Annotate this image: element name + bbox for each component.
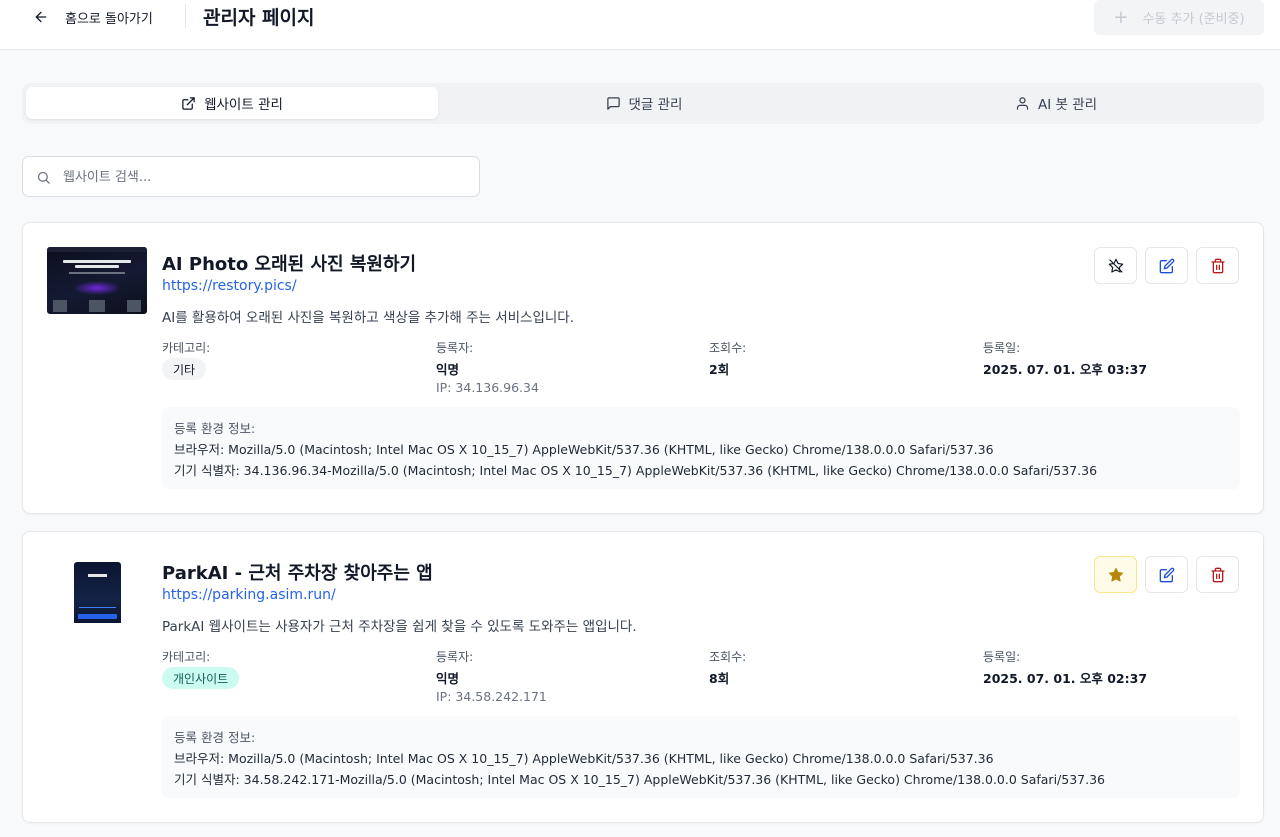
- website-url-link[interactable]: https://parking.asim.run/: [162, 587, 336, 603]
- website-description: ParkAI 웹사이트는 사용자가 근처 주차장을 쉽게 찾을 수 있도록 도와…: [162, 619, 637, 635]
- website-thumbnail[interactable]: [47, 247, 147, 314]
- registrant-value: 익명: [436, 671, 460, 686]
- top-bar: 홈으로 돌아가기 관리자 페이지 + 수동 추가 (준비중): [0, 0, 1280, 50]
- star-off-icon: [1108, 258, 1123, 273]
- env-device-id: 기기 식별자: 34.58.242.171-Mozilla/5.0 (Macin…: [174, 772, 1105, 787]
- header-divider: [185, 4, 186, 28]
- views-value: 8회: [709, 671, 730, 686]
- registrant-label: 등록자:: [436, 341, 474, 355]
- tab-bar: 웹사이트 관리 댓글 관리 AI 봇 관리: [22, 83, 1264, 124]
- registered-date-label: 등록일:: [983, 341, 1021, 355]
- back-home-label: 홈으로 돌아가기: [65, 11, 153, 27]
- env-browser: 브라우저: Mozilla/5.0 (Macintosh; Intel Mac …: [174, 442, 994, 457]
- registered-date-value: 2025. 07. 01. 오후 02:37: [983, 671, 1148, 686]
- external-link-icon: [182, 96, 195, 110]
- arrow-left-icon: [35, 11, 47, 23]
- category-label: 카테고리:: [162, 341, 211, 355]
- card-actions: [1094, 247, 1239, 284]
- views-label: 조회수:: [709, 341, 747, 355]
- website-card: AI Photo 오래된 사진 복원하기 https://restory.pic…: [22, 222, 1264, 514]
- registrant-ip: IP: 34.58.242.171: [436, 689, 547, 704]
- env-info-title: 등록 환경 정보:: [174, 730, 256, 745]
- search-icon: [37, 171, 50, 184]
- search-input[interactable]: [63, 166, 463, 188]
- registration-env-info: 등록 환경 정보: 브라우저: Mozilla/5.0 (Macintosh; …: [162, 716, 1240, 798]
- tab-label: AI 봇 관리: [1037, 97, 1098, 113]
- registrant-value: 익명: [436, 362, 460, 377]
- env-info-title: 등록 환경 정보:: [174, 421, 256, 436]
- category-badge: 기타: [162, 358, 207, 380]
- user-icon: [1016, 96, 1029, 110]
- edit-icon: [1159, 567, 1174, 582]
- edit-icon: [1159, 258, 1174, 273]
- registrant-ip: IP: 34.136.96.34: [436, 380, 539, 395]
- manual-add-button[interactable]: + 수동 추가 (준비중): [1094, 0, 1264, 35]
- card-actions: [1094, 556, 1239, 593]
- tab-comment-management[interactable]: 댓글 관리: [438, 87, 850, 119]
- message-square-icon: [606, 96, 620, 110]
- plus-icon: +: [1113, 6, 1129, 28]
- edit-button[interactable]: [1145, 556, 1188, 593]
- views-value: 2회: [709, 362, 730, 377]
- category-badge: 개인사이트: [162, 667, 240, 689]
- registration-env-info: 등록 환경 정보: 브라우저: Mozilla/5.0 (Macintosh; …: [162, 407, 1240, 489]
- feature-toggle-button[interactable]: [1094, 556, 1137, 593]
- category-label: 카테고리:: [162, 650, 211, 664]
- env-device-id: 기기 식별자: 34.136.96.34-Mozilla/5.0 (Macint…: [174, 463, 1098, 478]
- website-name: AI Photo 오래된 사진 복원하기: [162, 254, 417, 275]
- website-description: AI를 활용하여 오래된 사진을 복원하고 색상을 추가해 주는 서비스입니다.: [162, 310, 575, 326]
- star-filled-icon: [1108, 567, 1123, 582]
- views-label: 조회수:: [709, 650, 747, 664]
- delete-button[interactable]: [1196, 556, 1239, 593]
- back-home-button[interactable]: 홈으로 돌아가기: [33, 6, 153, 28]
- registered-date-value: 2025. 07. 01. 오후 03:37: [983, 362, 1148, 377]
- tab-label: 댓글 관리: [628, 97, 683, 113]
- website-card: ParkAI - 근처 주차장 찾아주는 앱 https://parking.a…: [22, 531, 1264, 823]
- trash-icon: [1210, 567, 1225, 582]
- feature-toggle-button[interactable]: [1094, 247, 1137, 284]
- env-browser: 브라우저: Mozilla/5.0 (Macintosh; Intel Mac …: [174, 751, 994, 766]
- edit-button[interactable]: [1145, 247, 1188, 284]
- delete-button[interactable]: [1196, 247, 1239, 284]
- search-box: [22, 156, 480, 197]
- manual-add-label: 수동 추가 (준비중): [1142, 12, 1245, 27]
- trash-icon: [1210, 258, 1225, 273]
- tab-website-management[interactable]: 웹사이트 관리: [26, 87, 438, 119]
- page-title: 관리자 페이지: [203, 7, 315, 29]
- registrant-label: 등록자:: [436, 650, 474, 664]
- tab-ai-bot-management[interactable]: AI 봇 관리: [850, 87, 1262, 119]
- website-name: ParkAI - 근처 주차장 찾아주는 앱: [162, 563, 433, 584]
- website-thumbnail[interactable]: [47, 556, 147, 623]
- registered-date-label: 등록일:: [983, 650, 1021, 664]
- tab-label: 웹사이트 관리: [204, 97, 283, 113]
- website-url-link[interactable]: https://restory.pics/: [162, 278, 297, 294]
